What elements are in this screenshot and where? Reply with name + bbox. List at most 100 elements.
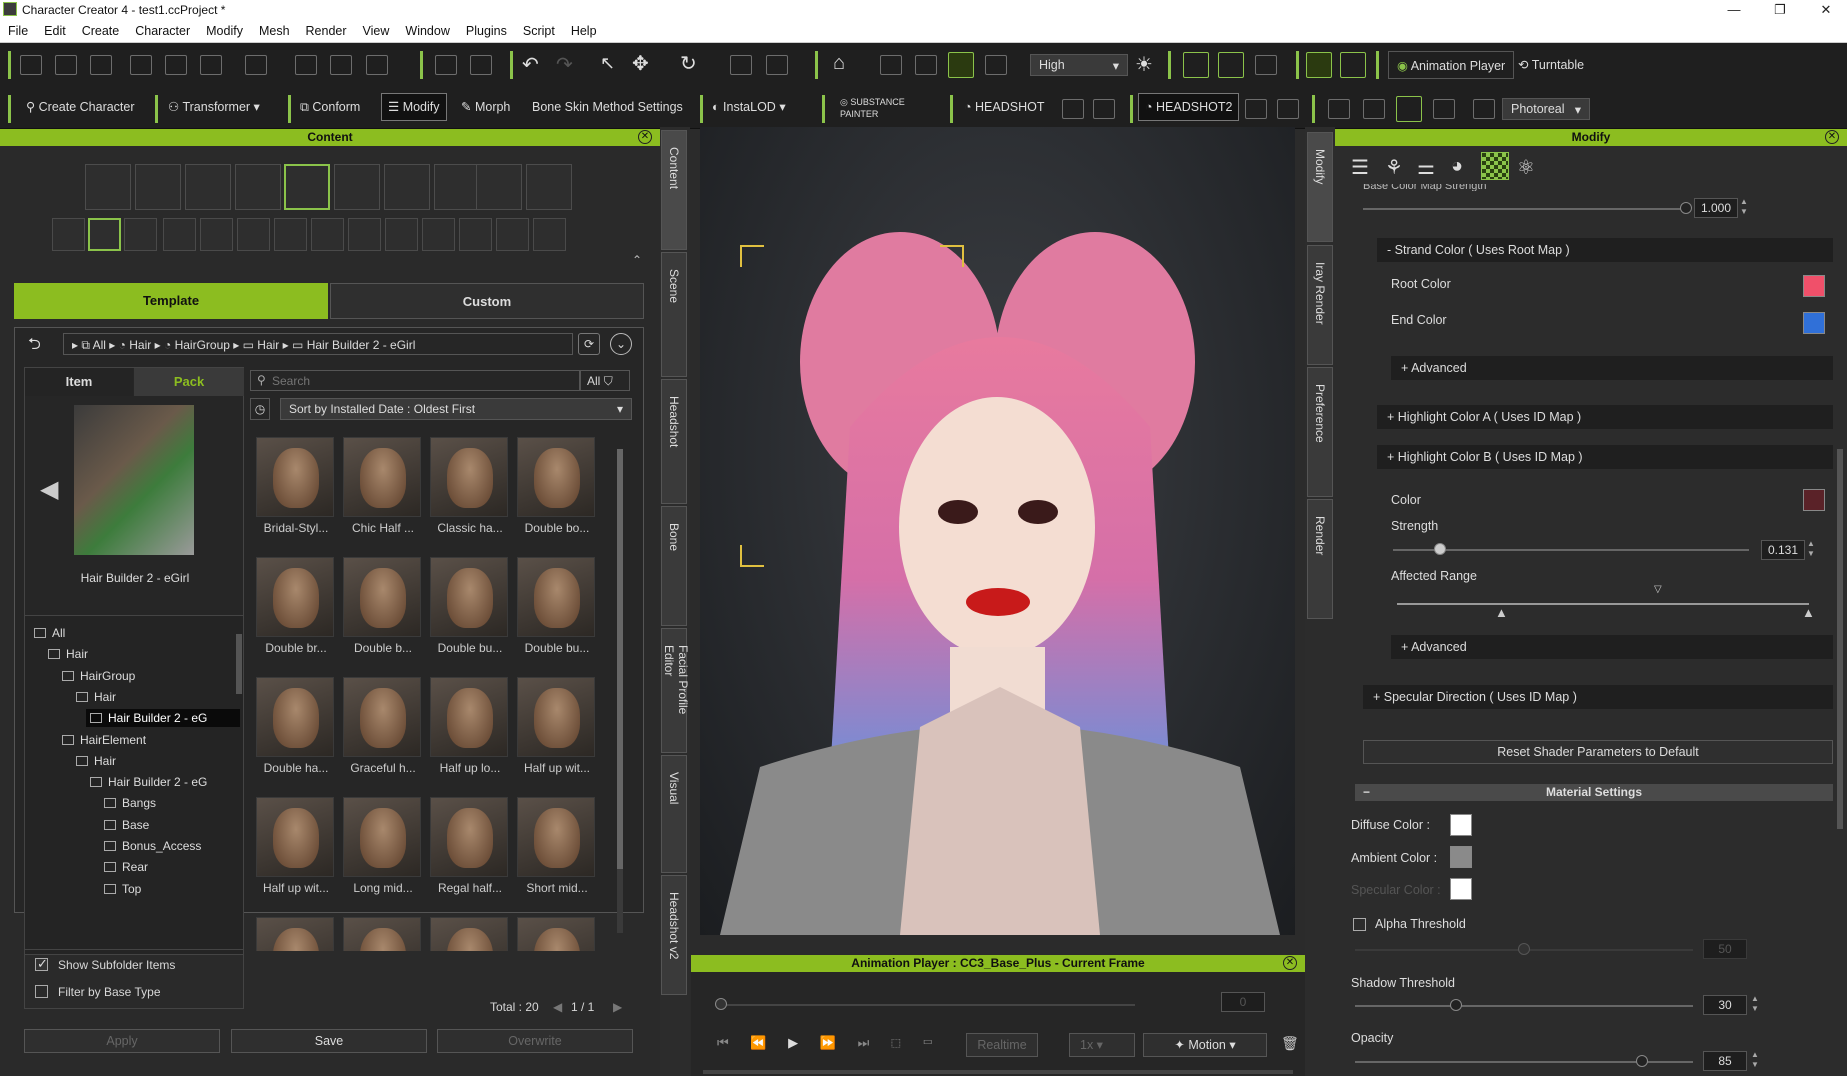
back-icon[interactable]: ⮌ <box>28 333 41 360</box>
accurig-icon[interactable] <box>1396 96 1422 122</box>
scene-icon[interactable] <box>1328 99 1350 119</box>
go-start-icon[interactable]: ⏮ <box>717 1035 729 1050</box>
content-item[interactable]: Half up wit... <box>517 677 597 787</box>
select-arrow-icon[interactable]: ↖ <box>600 53 615 74</box>
tree-node[interactable]: Hair Builder 2 - eG <box>86 773 240 791</box>
fbx-export-icon[interactable] <box>245 55 267 75</box>
tree-node[interactable]: HairGroup <box>58 667 240 685</box>
menu-mesh[interactable]: Mesh <box>251 20 298 38</box>
content-item[interactable] <box>343 917 423 951</box>
search-input[interactable] <box>272 371 572 390</box>
open-folder-icon[interactable] <box>55 55 77 75</box>
spin-icon[interactable]: ▲ ▼ <box>1740 197 1748 217</box>
side-tab-headshot[interactable]: Headshot <box>661 379 687 504</box>
hair-base-subcategory-icon[interactable] <box>52 218 85 251</box>
alpha-threshold-checkbox[interactable] <box>1353 918 1366 931</box>
view-cube-icon[interactable] <box>985 55 1007 75</box>
tab-template[interactable]: Template <box>14 283 328 319</box>
screenshot-icon[interactable] <box>366 55 388 75</box>
prev-pack-icon[interactable]: ◀ <box>40 475 58 504</box>
render-mode-icon[interactable] <box>1473 99 1495 119</box>
strand-color-section[interactable]: - Strand Color ( Uses Root Map ) <box>1377 238 1833 262</box>
timeline-slider[interactable] <box>715 1004 1135 1006</box>
bone-skin-button[interactable]: Bone Skin Method Settings <box>526 87 689 127</box>
minimize-button[interactable]: — <box>1711 0 1757 20</box>
transformer-button[interactable]: ⚇ Transformer ▾ <box>162 87 266 127</box>
shadow-threshold-slider[interactable] <box>1355 1005 1693 1007</box>
menu-plugins[interactable]: Plugins <box>458 20 515 38</box>
content-item[interactable]: Double b... <box>343 557 423 667</box>
tree-node[interactable]: Base <box>100 816 240 834</box>
modify-scrollbar[interactable] <box>1837 449 1843 829</box>
physics-atom-icon[interactable]: ⚛ <box>1517 155 1535 180</box>
side-tab-bone[interactable]: Bone <box>661 506 687 626</box>
collapse-icon[interactable]: ⌃ <box>632 253 642 267</box>
morph-slider-icon[interactable]: ⚌ <box>1417 155 1435 180</box>
content-item[interactable] <box>517 917 597 951</box>
conform-button[interactable]: ⧉ Conform <box>294 87 366 127</box>
physics-icon[interactable] <box>1183 52 1209 78</box>
sliders-icon[interactable]: ☰ <box>1351 155 1369 180</box>
content-item[interactable]: Graceful h... <box>343 677 423 787</box>
tree-node[interactable]: Hair <box>72 688 240 706</box>
spin-icon[interactable]: ▲ ▼ <box>1807 539 1815 559</box>
chevron-down-icon[interactable]: ⌄ <box>610 333 632 355</box>
filter-base-checkbox[interactable] <box>35 985 48 998</box>
gizmo-icon[interactable] <box>1306 52 1332 78</box>
highlight-color-swatch[interactable] <box>1803 489 1825 511</box>
range-mid-marker-icon[interactable]: ▽ <box>1654 584 1662 595</box>
base-strength-knob[interactable] <box>1680 202 1692 214</box>
breadcrumb-item[interactable]: ◔ Hair ▸ <box>119 338 164 352</box>
tree-node[interactable]: Bonus_Access <box>100 837 240 855</box>
play-icon[interactable]: ▶ <box>788 1035 798 1050</box>
side-tab-render[interactable]: Render <box>1307 499 1333 619</box>
highlight-b-section[interactable]: + Highlight Color B ( Uses ID Map ) <box>1377 445 1833 469</box>
fit-view-icon[interactable] <box>880 55 902 75</box>
overwrite-button[interactable]: Overwrite <box>437 1029 633 1053</box>
menu-help[interactable]: Help <box>563 20 605 38</box>
sort-dropdown[interactable]: Sort by Installed Date : Oldest First ▾ <box>280 398 632 420</box>
content-item[interactable]: Half up wit... <box>256 797 336 907</box>
side-tab-content[interactable]: Content <box>661 130 687 250</box>
import-icon[interactable] <box>130 55 152 75</box>
close-icon[interactable]: ✕ <box>638 130 652 144</box>
gauge-icon[interactable]: ◕ <box>1451 155 1463 178</box>
motion-dropdown[interactable]: ✦ Motion ▾ <box>1143 1033 1267 1057</box>
scale-icon[interactable] <box>730 55 752 75</box>
menu-script[interactable]: Script <box>515 20 563 38</box>
content-item[interactable]: Double ha... <box>256 677 336 787</box>
face-icon[interactable] <box>1093 99 1115 119</box>
sync-icon[interactable]: ⟳ <box>578 333 600 355</box>
menu-character[interactable]: Character <box>127 20 198 38</box>
undo-icon[interactable]: ↶ <box>522 52 539 77</box>
create-character-button[interactable]: ⚲ Create Character <box>20 87 141 127</box>
pose-icon[interactable] <box>470 55 492 75</box>
zoom-extents-icon[interactable] <box>915 55 937 75</box>
subtitle-icon[interactable]: ▭ <box>923 1035 933 1050</box>
filter-dropdown[interactable]: All ⛉ <box>580 370 630 391</box>
tree-node[interactable]: Hair <box>44 645 240 663</box>
flag-icon[interactable] <box>1340 52 1366 78</box>
material-checker-icon[interactable] <box>1481 152 1509 180</box>
stage-category-icon[interactable] <box>476 164 522 210</box>
pose-category-icon[interactable] <box>434 164 480 210</box>
tree-node[interactable]: Rear <box>100 858 240 876</box>
headshot-tool-icon[interactable] <box>1062 99 1084 119</box>
loop-icon[interactable]: ⬚ <box>891 1035 901 1050</box>
tree-node[interactable]: All <box>30 624 240 642</box>
anim-scrollbar[interactable] <box>703 1070 1293 1074</box>
tree-node[interactable]: Top <box>100 880 240 898</box>
menu-modify[interactable]: Modify <box>198 20 251 38</box>
clothing-category-icon[interactable] <box>235 164 281 210</box>
3d-viewport[interactable] <box>700 127 1295 935</box>
move-icon[interactable]: ✥ <box>632 51 649 76</box>
actor-category-icon[interactable] <box>135 164 181 210</box>
maximize-button[interactable]: ❐ <box>1757 0 1803 20</box>
content-item[interactable]: Half up lo... <box>430 677 510 787</box>
content-item[interactable]: Double br... <box>256 557 336 667</box>
root-color-swatch[interactable] <box>1803 275 1825 297</box>
reset-shader-button[interactable]: Reset Shader Parameters to Default <box>1363 740 1833 764</box>
substance-painter-button[interactable]: ◎ SUBSTANCE PAINTER <box>834 87 924 127</box>
opacity-knob[interactable] <box>1636 1055 1649 1067</box>
content-item[interactable]: Bridal-Styl... <box>256 437 336 547</box>
